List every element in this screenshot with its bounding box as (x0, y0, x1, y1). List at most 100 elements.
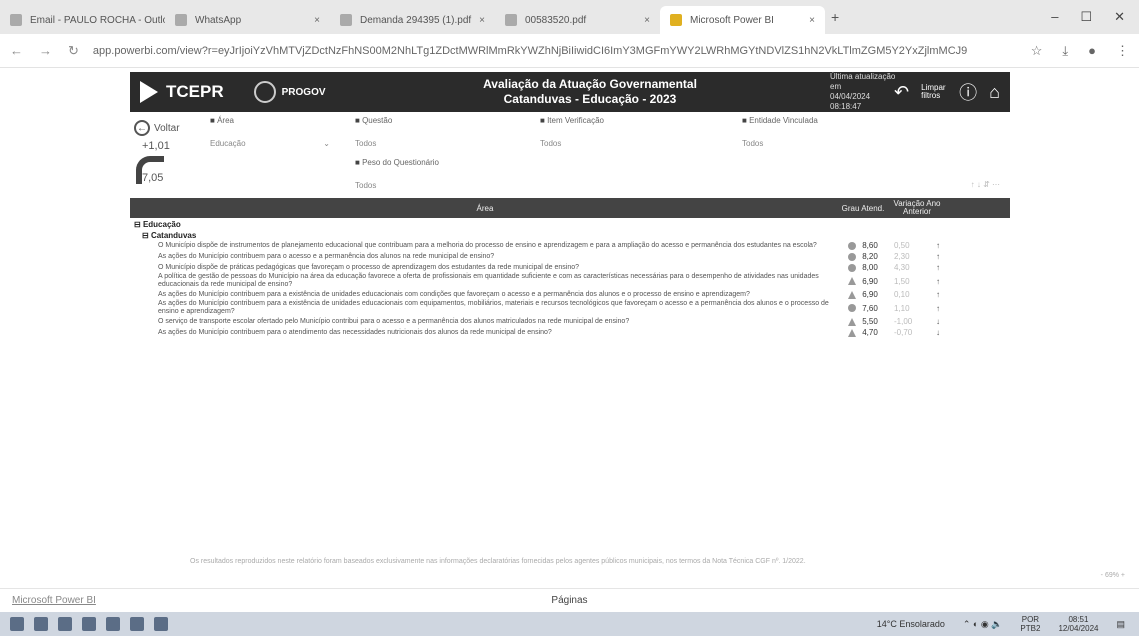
zoom-control[interactable]: - 69% + (1101, 572, 1125, 579)
tcepr-triangle-icon (140, 81, 158, 103)
tab-pdf-1[interactable]: Demanda 294395 (1).pdf × (330, 6, 495, 34)
clear-filters-button[interactable]: Limpar filtros (921, 84, 947, 100)
subgroup-row[interactable]: ⊟ Catanduvas (130, 229, 1010, 240)
tab-powerbi[interactable]: Microsoft Power BI × (660, 6, 825, 34)
filter-entidade[interactable]: Entidade Vinculada Todos (742, 116, 1002, 148)
question-text: As ações do Município contribuem para a … (158, 300, 829, 315)
table-row[interactable]: A política de gestão de pessoas do Munic… (130, 273, 1010, 289)
powerbi-taskbar-icon[interactable] (130, 617, 144, 631)
variacao-value: -0,70 (894, 328, 913, 337)
title-line-1: Avaliação da Atuação Governamental (483, 77, 697, 91)
table-row[interactable]: As ações do Município contribuem para o … (130, 327, 1010, 338)
variacao-value: 0,10 (894, 290, 910, 299)
grau-cell: 4,70 (840, 328, 886, 337)
close-icon[interactable]: × (644, 15, 650, 26)
tab-pdf-2[interactable]: 00583520.pdf × (495, 6, 660, 34)
tab-label: WhatsApp (195, 14, 242, 26)
table-row[interactable]: As ações do Município contribuem para o … (130, 251, 1010, 262)
filter-peso[interactable]: Peso do Questionário Todos (355, 158, 525, 190)
notification-icon[interactable]: ▤ (1116, 619, 1125, 630)
filter-value: Todos (540, 139, 562, 148)
filter-area[interactable]: Área Educação ⌄ (210, 116, 330, 148)
home-icon[interactable]: ⌂ (989, 82, 1000, 103)
close-window-icon[interactable]: ✕ (1114, 9, 1125, 25)
warning-triangle-icon (848, 328, 857, 337)
close-icon[interactable]: × (314, 15, 320, 26)
tab-whatsapp[interactable]: WhatsApp × (165, 6, 330, 34)
close-icon[interactable]: × (479, 15, 485, 26)
table-row[interactable]: As ações do Município contribuem para a … (130, 289, 1010, 300)
status-circle-icon (848, 263, 857, 272)
info-icon[interactable]: ⓘ (959, 79, 977, 105)
status-circle-icon (848, 304, 857, 312)
lang-label: POR (1021, 615, 1040, 624)
visual-toolbar[interactable]: ↑ ↓ ⇵ ⋯ (971, 180, 1000, 189)
language-indicator[interactable]: POR PTB2 (1020, 615, 1040, 633)
filter-panel: ← Voltar +1,01 7,05 Área Educação ⌄ Questã… (130, 114, 1010, 194)
variacao-cell: 4,30 ↑ (886, 263, 948, 272)
tab-label: Demanda 294395 (1).pdf (360, 14, 472, 26)
maximize-icon[interactable]: ☐ (1080, 9, 1092, 25)
title-line-2: Catanduvas - Educação - 2023 (503, 92, 677, 106)
explorer-taskbar-icon[interactable] (154, 617, 168, 631)
edge-icon[interactable] (82, 617, 96, 631)
chrome-icon[interactable] (58, 617, 72, 631)
minimize-icon[interactable]: – (1051, 9, 1058, 25)
new-tab-button[interactable]: + (831, 9, 839, 25)
group-row[interactable]: ⊟ Educação (130, 218, 1010, 229)
table-header: Área Grau Atend. Variação Ano Anterior (130, 198, 1010, 218)
variacao-value: 4,30 (894, 263, 910, 272)
warning-triangle-icon (848, 317, 857, 326)
table-row[interactable]: O serviço de transporte escolar ofertado… (130, 316, 1010, 327)
table-row[interactable]: O Município dispõe de práticas pedagógic… (130, 262, 1010, 273)
grau-cell: 6,90 (840, 277, 886, 286)
close-icon[interactable]: × (809, 15, 815, 26)
arrow-down-icon: ↓ (936, 317, 940, 326)
url-input[interactable]: app.powerbi.com/view?r=eyJrIjoiYzVhMTVjZ… (93, 45, 1011, 57)
pdf-icon (505, 14, 517, 26)
arrow-up-icon: ↑ (936, 252, 940, 261)
forward-icon[interactable]: → (39, 43, 52, 59)
back-icon[interactable]: ← (10, 43, 23, 59)
table-row[interactable]: As ações do Município contribuem para a … (130, 300, 1010, 316)
variacao-cell: 1,50 ↑ (886, 277, 948, 286)
download-icon[interactable]: ⤓ (1062, 43, 1068, 59)
powerbi-icon (670, 14, 682, 26)
table-row[interactable]: O Município dispõe de instrumentos de pl… (130, 240, 1010, 251)
results-table: Área Grau Atend. Variação Ano Anterior ⊟… (130, 198, 1010, 338)
variation-value: +1,01 (142, 140, 170, 152)
question-text: O serviço de transporte escolar ofertado… (158, 317, 630, 325)
question-text: O Município dispõe de práticas pedagógic… (158, 263, 580, 271)
warning-triangle-icon (848, 277, 857, 285)
tray-icons[interactable]: ⌃ ◐ ◉ 🔈 (963, 619, 1003, 630)
variacao-cell: -1,00 ↓ (886, 317, 948, 326)
pages-button[interactable]: Páginas (0, 595, 1139, 606)
outlook-taskbar-icon[interactable] (106, 617, 120, 631)
bookmark-star-icon[interactable]: ☆ (1031, 43, 1043, 59)
tab-outlook[interactable]: Email - PAULO ROCHA - Outlo× (0, 6, 165, 34)
question-text: As ações do Município contribuem para o … (158, 328, 552, 336)
column-area[interactable]: Área (130, 204, 840, 213)
undo-icon[interactable]: ↶ (894, 82, 909, 103)
back-button[interactable]: ← Voltar (134, 120, 180, 136)
filter-questao[interactable]: Questão Todos (355, 116, 525, 148)
powerbi-report: TCEPR PROGOV Avaliação da Atuação Govern… (0, 68, 1139, 588)
chevron-down-icon: ⌄ (323, 139, 330, 148)
filter-item[interactable]: Item Verificação Todos (540, 116, 730, 148)
filter-label: Entidade Vinculada (742, 116, 1002, 125)
menu-icon[interactable]: ⋮ (1116, 43, 1129, 59)
reload-icon[interactable]: ↻ (68, 43, 79, 59)
weather-widget[interactable]: 14°C Ensolarado (877, 619, 945, 629)
file-explorer-icon[interactable] (34, 617, 48, 631)
windows-taskbar: 14°C Ensolarado ⌃ ◐ ◉ 🔈 POR PTB2 08:51 1… (0, 612, 1139, 636)
pdf-icon (340, 14, 352, 26)
arrow-up-icon: ↑ (936, 263, 940, 272)
column-variacao[interactable]: Variação Ano Anterior (886, 200, 948, 216)
profile-icon[interactable]: ● (1088, 43, 1096, 59)
column-grau[interactable]: Grau Atend. (840, 204, 886, 213)
status-circle-icon (848, 241, 857, 250)
subgroup-label: Catanduvas (150, 231, 197, 240)
clock[interactable]: 08:51 12/04/2024 (1058, 615, 1098, 633)
grau-cell: 7,60 (840, 304, 886, 313)
start-icon[interactable] (10, 617, 24, 631)
